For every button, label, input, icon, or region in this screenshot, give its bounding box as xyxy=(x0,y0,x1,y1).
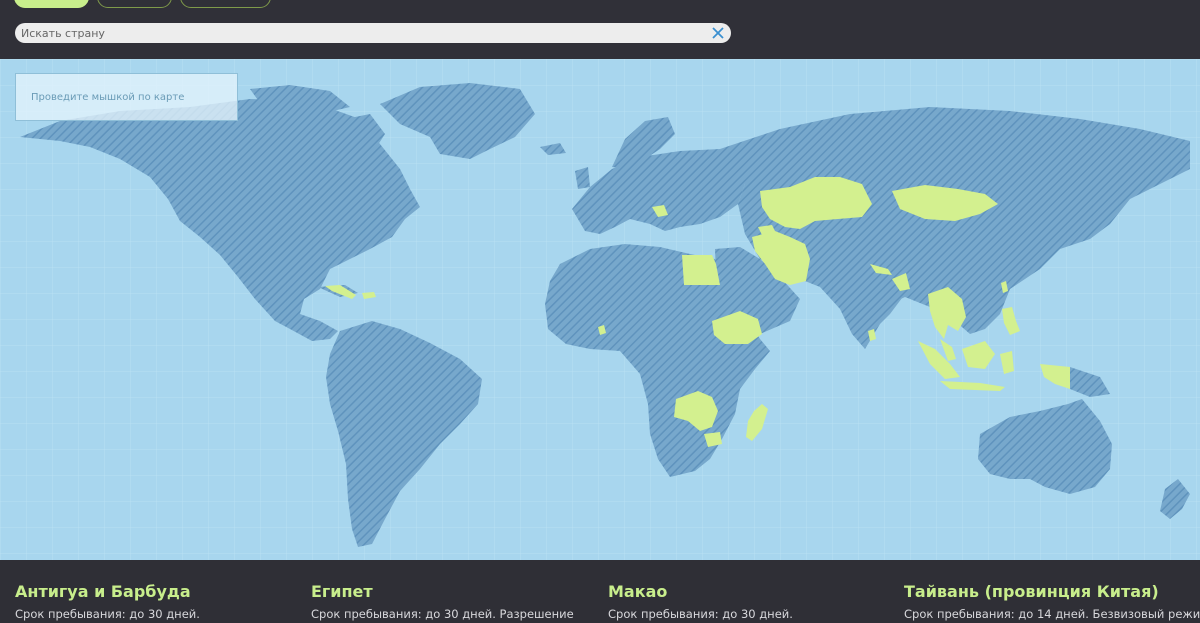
search-box xyxy=(15,23,731,43)
country-card-desc: Срок пребывания: до 30 дней. Разрешение xyxy=(311,607,574,621)
country-card-desc: Срок пребывания: до 30 дней. xyxy=(15,607,200,621)
country-card[interactable]: Египет Срок пребывания: до 30 дней. Разр… xyxy=(311,582,591,621)
filter-tab-3[interactable] xyxy=(180,0,271,8)
map-canvas[interactable] xyxy=(0,59,1200,560)
country-card-name[interactable]: Египет xyxy=(311,582,591,601)
map-hint-text: Проведите мышкой по карте xyxy=(31,92,185,103)
country-card[interactable]: Тайвань (провинция Китая) Срок пребывани… xyxy=(904,582,1200,621)
filter-tab-1[interactable] xyxy=(14,0,89,8)
country-card-desc: Срок пребывания: до 14 дней. Безвизовый … xyxy=(904,607,1200,621)
top-bar xyxy=(0,0,1200,59)
map-hint-box: Проведите мышкой по карте xyxy=(15,73,238,121)
country-card-name[interactable]: Макао xyxy=(608,582,888,601)
country-card-desc: Срок пребывания: до 30 дней. xyxy=(608,607,793,621)
world-map[interactable]: Проведите мышкой по карте xyxy=(0,59,1200,560)
search-input[interactable] xyxy=(21,23,711,43)
country-card[interactable]: Антигуа и Барбуда Срок пребывания: до 30… xyxy=(15,582,295,621)
filter-tab-2[interactable] xyxy=(97,0,172,8)
country-cards-footer: Антигуа и Барбуда Срок пребывания: до 30… xyxy=(0,560,1200,623)
close-icon xyxy=(712,27,724,39)
country-card-name[interactable]: Тайвань (провинция Китая) xyxy=(904,582,1200,601)
country-card-name[interactable]: Антигуа и Барбуда xyxy=(15,582,295,601)
country-card[interactable]: Макао Срок пребывания: до 30 дней. xyxy=(608,582,888,621)
clear-search-button[interactable] xyxy=(711,24,725,42)
